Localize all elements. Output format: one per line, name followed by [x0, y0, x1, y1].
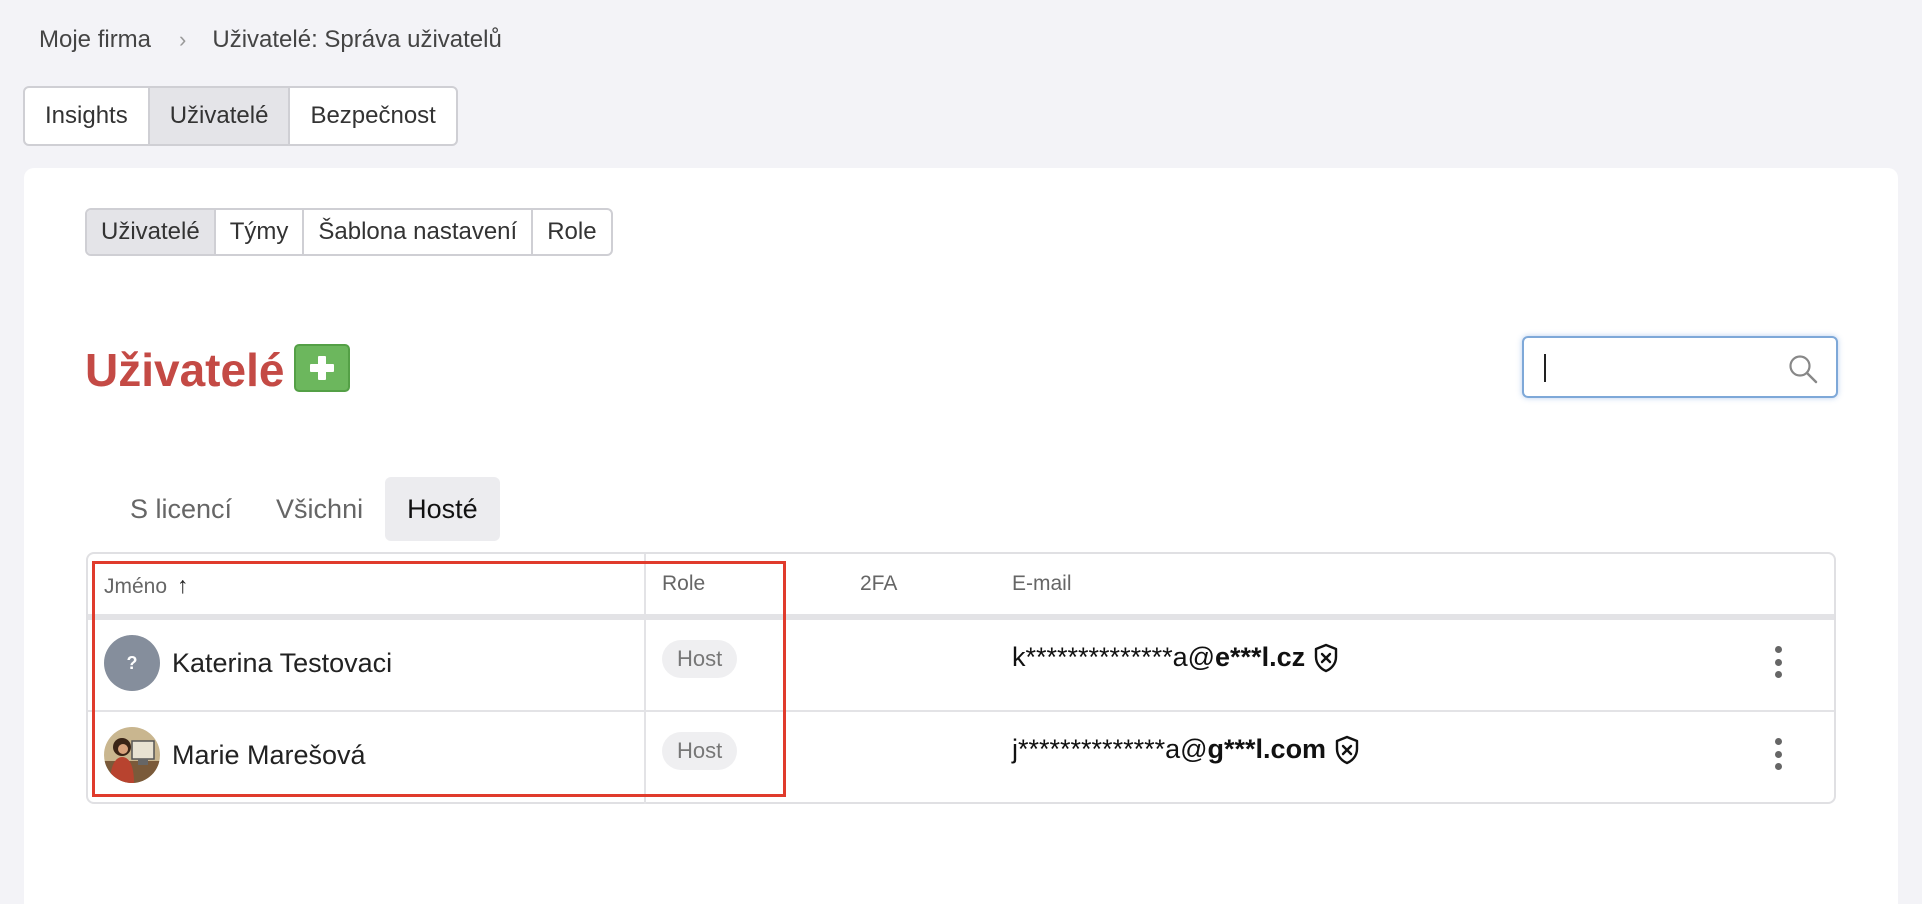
plus-icon [310, 356, 334, 380]
tab-security[interactable]: Bezpečnost [290, 88, 455, 144]
user-name[interactable]: Katerina Testovaci [172, 648, 392, 679]
more-actions-icon[interactable] [1768, 738, 1788, 770]
breadcrumb-current: Uživatelé: Správa uživatelů [212, 26, 502, 53]
subtab-roles[interactable]: Role [533, 210, 610, 254]
search-input[interactable] [1538, 348, 1778, 386]
avatar [104, 727, 160, 783]
avatar-photo [104, 727, 160, 783]
avatar: ? [104, 635, 160, 691]
user-email: j**************a@ g***l.com [1012, 734, 1360, 765]
search-icon[interactable] [1788, 354, 1818, 384]
column-header-email[interactable]: E-mail [1012, 572, 1072, 596]
column-header-2fa[interactable]: 2FA [860, 572, 897, 596]
table-row[interactable]: Marie Marešová Host j**************a@ g**… [88, 710, 1834, 800]
subtab-teams[interactable]: Týmy [216, 210, 305, 254]
chevron-right-icon: › [179, 27, 187, 52]
sub-tabs: Uživatelé Týmy Šablona nastavení Role [85, 208, 613, 256]
breadcrumb-root[interactable]: Moje firma [39, 26, 151, 54]
tab-insights[interactable]: Insights [25, 88, 150, 144]
table-row[interactable]: ? Katerina Testovaci Host k*************… [88, 620, 1834, 710]
filter-tabs: S licencí Všichni Hosté [108, 477, 500, 541]
filter-tab-all[interactable]: Všichni [254, 477, 385, 541]
text-caret [1544, 354, 1546, 382]
search-box[interactable] [1522, 336, 1838, 398]
table-header: Jméno ↑ Role 2FA E-mail [88, 554, 1834, 620]
more-actions-icon[interactable] [1768, 646, 1788, 678]
page-title: Uživatelé [85, 344, 285, 396]
shield-x-icon [1335, 735, 1359, 764]
role-badge: Host [662, 640, 738, 678]
user-name[interactable]: Marie Marešová [172, 740, 366, 771]
column-header-role[interactable]: Role [662, 572, 705, 596]
add-user-button[interactable] [294, 344, 350, 392]
filter-tab-licensed[interactable]: S licencí [108, 477, 254, 541]
user-email: k**************a@ e***l.cz [1012, 642, 1339, 673]
subtab-settings-template[interactable]: Šablona nastavení [304, 210, 534, 254]
shield-x-icon [1314, 643, 1338, 672]
role-badge: Host [662, 732, 738, 770]
tab-users[interactable]: Uživatelé [149, 88, 291, 144]
users-table: Jméno ↑ Role 2FA E-mail ? Katerina Testo… [86, 552, 1836, 804]
filter-tab-guests[interactable]: Hosté [385, 477, 500, 541]
sort-ascending-icon: ↑ [176, 572, 189, 598]
top-tabs: Insights Uživatelé Bezpečnost [23, 86, 458, 146]
column-header-name[interactable]: Jméno ↑ [104, 572, 188, 599]
content-card: Uživatelé Týmy Šablona nastavení Role Už… [24, 168, 1898, 904]
subtab-users[interactable]: Uživatelé [87, 210, 216, 254]
breadcrumb: Moje firma › Uživatelé: Správa uživatelů [39, 26, 502, 54]
